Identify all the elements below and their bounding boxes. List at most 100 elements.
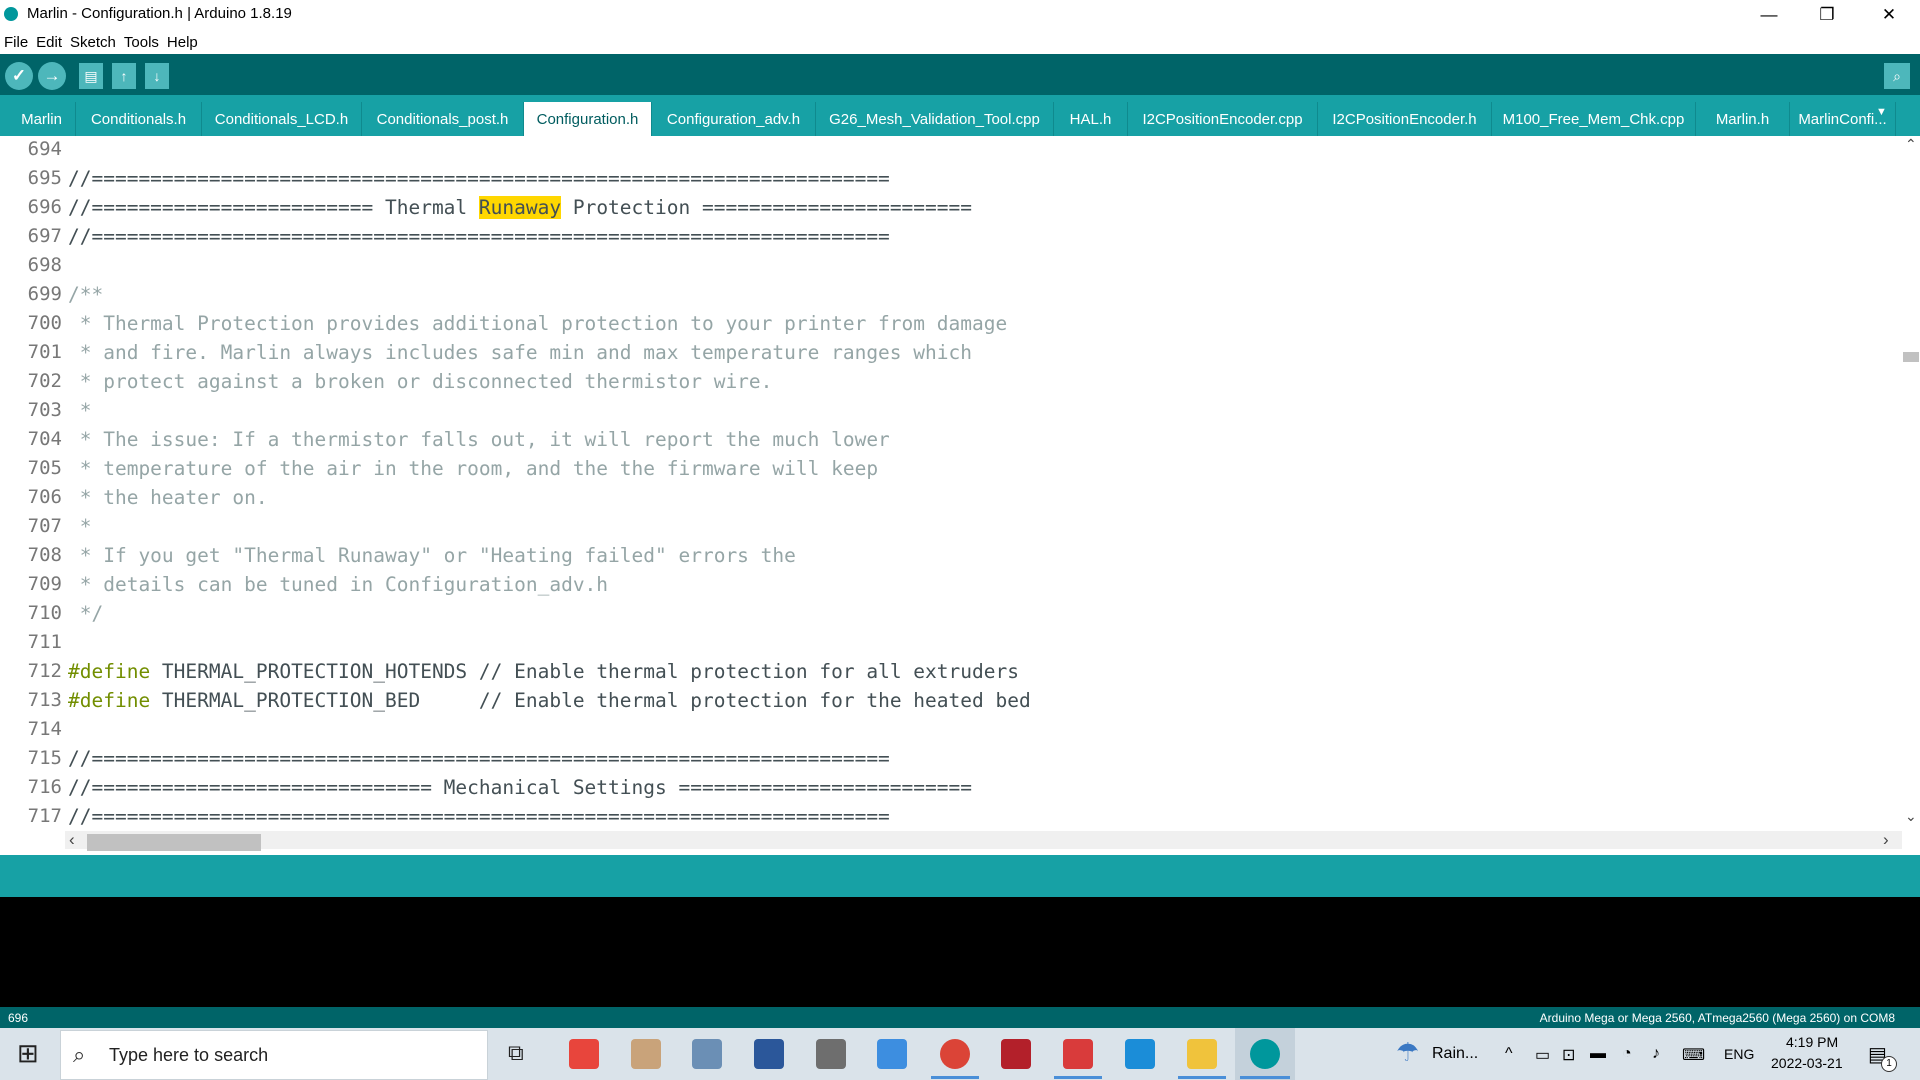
window-title: Marlin - Configuration.h | Arduino 1.8.1… xyxy=(27,5,292,22)
search-icon: ⌕ xyxy=(73,1042,86,1067)
verify-button[interactable]: ✓ xyxy=(5,62,33,90)
language-indicator[interactable]: ENG xyxy=(1724,1046,1754,1062)
calculator-icon[interactable] xyxy=(816,1039,846,1069)
arduino-taskbar-icon[interactable] xyxy=(1250,1039,1280,1069)
photos-icon[interactable] xyxy=(692,1039,722,1069)
clock-time[interactable]: 4:19 PM xyxy=(1786,1034,1838,1050)
line-number: 697 xyxy=(27,225,62,247)
chrome-icon[interactable] xyxy=(940,1039,970,1069)
comment-line: * the heater on. xyxy=(68,486,268,509)
horizontal-scroll-thumb[interactable] xyxy=(87,834,261,851)
new-sketch-button[interactable]: ▤ xyxy=(79,63,103,89)
weather-text[interactable]: Rain... xyxy=(1432,1045,1478,1063)
comment-line: * protect against a broken or disconnect… xyxy=(68,370,773,393)
tab-conditionals-post-h[interactable]: Conditionals_post.h xyxy=(362,102,524,136)
weather-icon[interactable]: ☂ xyxy=(1396,1037,1419,1068)
search-placeholder: Type here to search xyxy=(109,1045,269,1065)
battery-icon[interactable]: ▬ xyxy=(1590,1045,1606,1063)
code-line: //======================================… xyxy=(68,747,890,770)
file-explorer-icon[interactable] xyxy=(1187,1039,1217,1069)
autodesk-icon[interactable] xyxy=(1001,1039,1031,1069)
tab-conditionals-lcd-h[interactable]: Conditionals_LCD.h xyxy=(202,102,362,136)
code-segment: //======================== Thermal xyxy=(68,196,479,219)
ccleaner-icon[interactable] xyxy=(1125,1039,1155,1069)
save-sketch-button[interactable]: ↓ xyxy=(145,63,169,89)
tab-marlin[interactable]: Marlin xyxy=(8,102,76,136)
line-number: 702 xyxy=(27,370,62,392)
line-number: 712 xyxy=(27,660,62,682)
define-line: #define THERMAL_PROTECTION_HOTENDS // En… xyxy=(68,660,1019,683)
line-number: 694 xyxy=(27,138,62,160)
vertical-scrollbar[interactable]: ⌃ ⌄ xyxy=(1902,136,1920,831)
line-number: 696 xyxy=(27,196,62,218)
task-view-icon[interactable]: ⧉ xyxy=(508,1040,524,1066)
line-number: 713 xyxy=(27,689,62,711)
wifi-icon[interactable]: ◔ xyxy=(1622,1045,1632,1063)
clock-date[interactable]: 2022-03-21 xyxy=(1771,1055,1843,1071)
comment-line: * details can be tuned in Configuration_… xyxy=(68,573,609,596)
tab-marlin-h[interactable]: Marlin.h xyxy=(1696,102,1790,136)
tab-menu-icon[interactable]: ▼ xyxy=(1876,106,1887,118)
line-number: 698 xyxy=(27,254,62,276)
message-area xyxy=(0,855,1920,897)
menu-edit[interactable]: Edit xyxy=(32,34,66,51)
line-number: 700 xyxy=(27,312,62,334)
keyboard-icon[interactable]: ⌨ xyxy=(1682,1045,1705,1065)
notifications-badge: 1 xyxy=(1881,1056,1897,1072)
tab-i2cpositionencoder-cpp[interactable]: I2CPositionEncoder.cpp xyxy=(1128,102,1318,136)
meet-now-icon[interactable]: ▭ xyxy=(1535,1045,1550,1065)
tab-bar: Marlin Conditionals.h Conditionals_LCD.h… xyxy=(0,95,1920,136)
line-number: 714 xyxy=(27,718,62,740)
line-number: 710 xyxy=(27,602,62,624)
horizontal-scrollbar[interactable]: ‹ › xyxy=(65,830,1902,851)
screen-recorder-icon[interactable] xyxy=(569,1039,599,1069)
upload-button[interactable]: → xyxy=(38,62,66,90)
menu-file[interactable]: File xyxy=(0,34,32,51)
line-number: 707 xyxy=(27,515,62,537)
tab-conditionals-h[interactable]: Conditionals.h xyxy=(76,102,202,136)
maximize-button[interactable]: ❐ xyxy=(1798,0,1856,30)
tab-hal-h[interactable]: HAL.h xyxy=(1054,102,1128,136)
vertical-scroll-thumb[interactable] xyxy=(1903,352,1919,362)
paint-icon[interactable] xyxy=(631,1039,661,1069)
word-icon[interactable] xyxy=(754,1039,784,1069)
menu-bar: File Edit Sketch Tools Help xyxy=(0,30,1920,54)
display-icon[interactable]: ⊡ xyxy=(1562,1045,1575,1065)
settings-tool-icon[interactable] xyxy=(1063,1039,1093,1069)
tab-m100-free-mem-chk[interactable]: M100_Free_Mem_Chk.cpp xyxy=(1492,102,1696,136)
menu-sketch[interactable]: Sketch xyxy=(66,34,120,51)
tray-chevron-icon[interactable]: ^ xyxy=(1505,1045,1513,1063)
menu-help[interactable]: Help xyxy=(163,34,202,51)
define-keyword: #define xyxy=(68,660,151,683)
taskbar-search-box[interactable]: ⌕ Type here to search xyxy=(60,1030,488,1080)
windows-start-icon[interactable]: ⊞ xyxy=(17,1038,39,1069)
serial-monitor-button[interactable]: ⌕ xyxy=(1884,63,1910,89)
remote-desktop-icon[interactable] xyxy=(877,1039,907,1069)
close-button[interactable]: ✕ xyxy=(1860,0,1918,30)
minimize-button[interactable]: — xyxy=(1740,0,1798,30)
inline-comment: // Enable thermal protection for all ext… xyxy=(478,660,1019,683)
comment-line: * and fire. Marlin always includes safe … xyxy=(68,341,972,364)
search-highlight: Runaway xyxy=(478,196,562,219)
tab-g26-mesh-validation-tool[interactable]: G26_Mesh_Validation_Tool.cpp xyxy=(816,102,1054,136)
code-editor[interactable]: 694 695 //==============================… xyxy=(0,136,1902,831)
tab-configuration-adv-h[interactable]: Configuration_adv.h xyxy=(652,102,816,136)
comment-line: * Thermal Protection provides additional… xyxy=(68,312,1008,335)
line-number: 703 xyxy=(27,399,62,421)
scroll-right-icon[interactable]: › xyxy=(1883,830,1889,850)
running-indicator xyxy=(1178,1076,1226,1079)
scroll-left-icon[interactable]: ‹ xyxy=(69,830,75,850)
menu-tools[interactable]: Tools xyxy=(120,34,163,51)
arduino-app-icon xyxy=(4,7,18,21)
tab-i2cpositionencoder-h[interactable]: I2CPositionEncoder.h xyxy=(1318,102,1492,136)
line-number: 695 xyxy=(27,167,62,189)
scroll-down-icon[interactable]: ⌄ xyxy=(1905,808,1917,825)
tab-configuration-h[interactable]: Configuration.h xyxy=(524,102,652,136)
console-output[interactable] xyxy=(0,897,1920,1007)
code-segment: Protection ======================= xyxy=(561,196,972,219)
code-line: //============================= Mechanic… xyxy=(68,776,972,799)
volume-icon[interactable]: ♪ xyxy=(1652,1045,1660,1063)
open-sketch-button[interactable]: ↑ xyxy=(112,63,136,89)
line-number: 716 xyxy=(27,776,62,798)
scroll-up-icon[interactable]: ⌃ xyxy=(1905,136,1917,153)
